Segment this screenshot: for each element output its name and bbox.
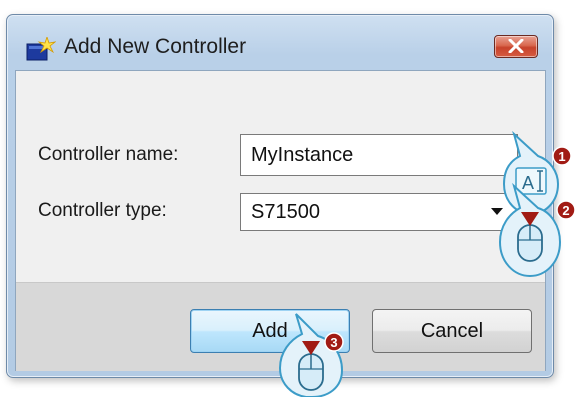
hint-1-number: 1: [558, 149, 565, 164]
controller-name-input[interactable]: [240, 134, 518, 176]
new-controller-icon: [26, 37, 56, 61]
add-button[interactable]: Add: [190, 309, 350, 353]
hint-2-number: 2: [562, 203, 569, 218]
cancel-button[interactable]: Cancel: [372, 309, 532, 353]
hint-badge-1: [552, 146, 572, 166]
controller-type-dropdown[interactable]: S71500: [240, 193, 518, 231]
close-button[interactable]: [494, 35, 538, 58]
hint-badge-2: [556, 200, 576, 220]
title-bar[interactable]: Add New Controller: [7, 15, 553, 61]
dialog-body: Controller name: Controller type: S71500…: [15, 70, 546, 371]
dialog-title: Add New Controller: [64, 35, 247, 58]
controller-name-label: Controller name:: [38, 144, 179, 165]
dropdown-arrow-icon[interactable]: [491, 208, 503, 216]
controller-type-value: S71500: [251, 201, 320, 223]
dialog-window: Add New Controller Controller name: Cont…: [6, 14, 554, 378]
controller-type-label: Controller type:: [38, 200, 167, 221]
close-icon: [508, 39, 524, 53]
form-area: Controller name: Controller type: S71500: [16, 71, 545, 282]
